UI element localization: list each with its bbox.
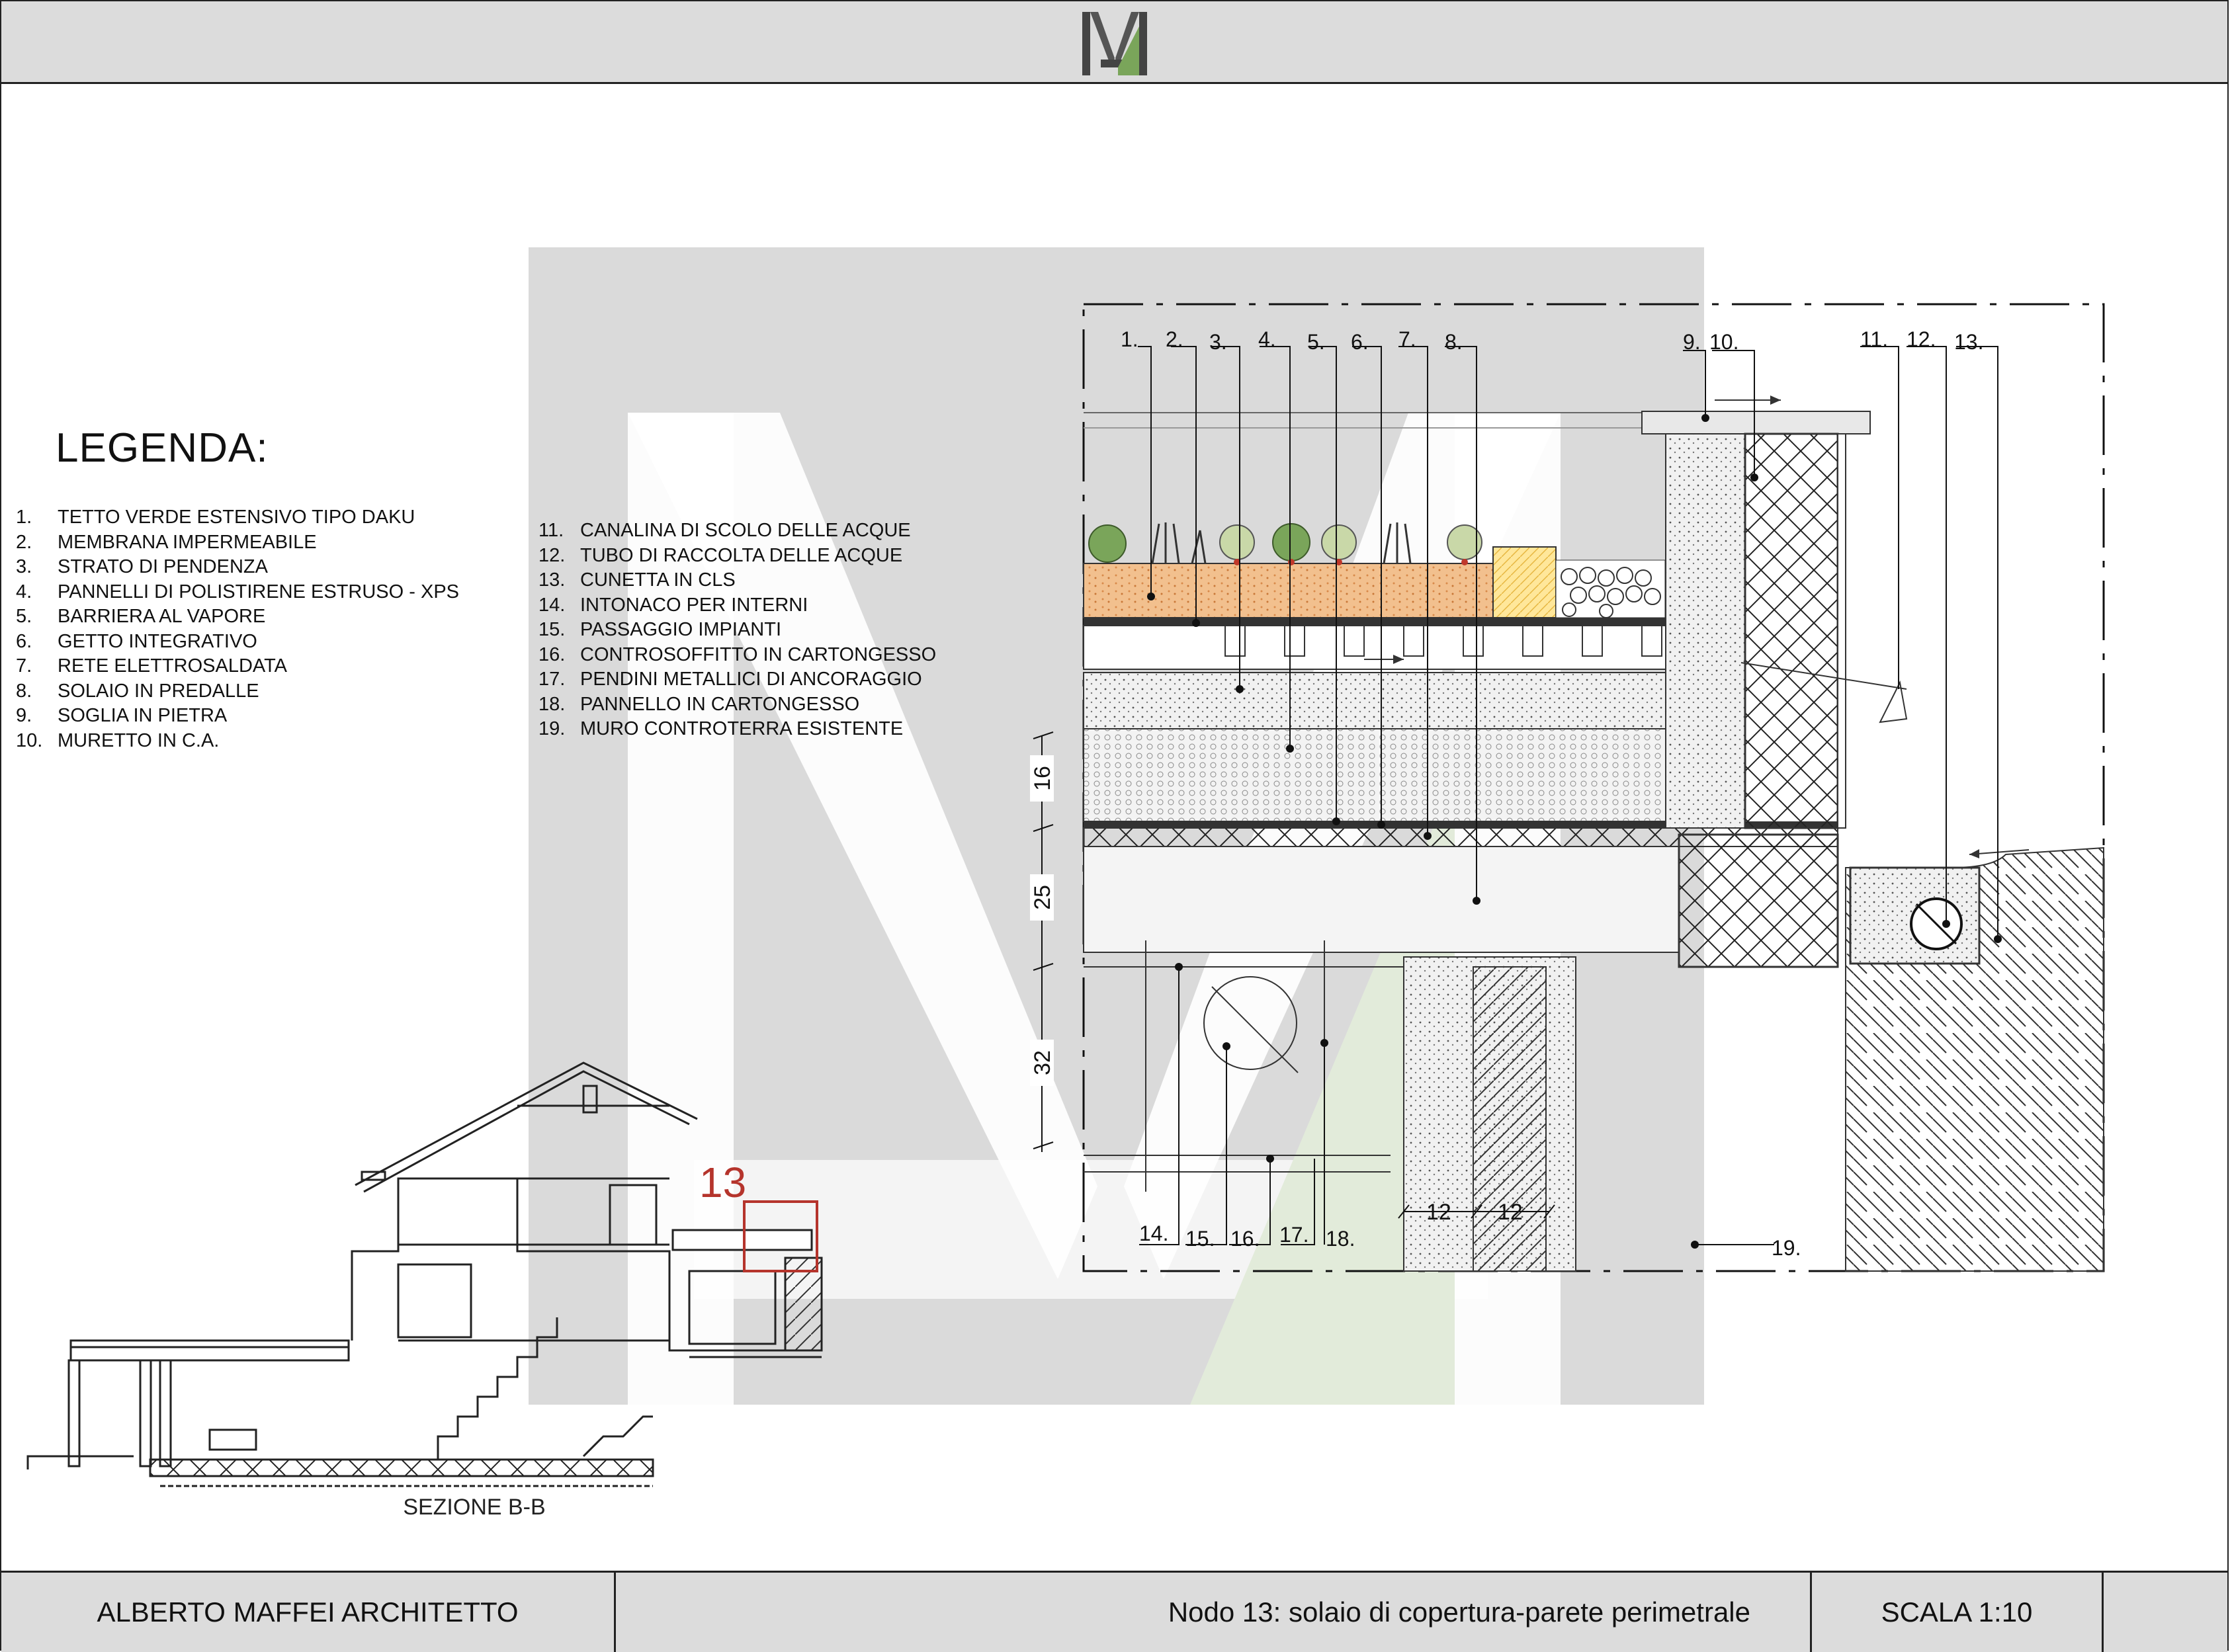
dimension-12-a: 12 xyxy=(1426,1200,1451,1225)
callout-1: 1. xyxy=(1121,327,1138,351)
duct-circle xyxy=(1203,976,1297,1070)
dimension-32: 32 xyxy=(1030,1050,1055,1075)
callout-18: 18. xyxy=(1326,1227,1355,1251)
callout-5: 5. xyxy=(1307,330,1325,354)
waterproof-membrane xyxy=(1084,618,1666,626)
callout-8: 8. xyxy=(1445,330,1463,354)
sheet-title: Nodo 13: solaio di copertura-parete peri… xyxy=(1168,1596,1750,1628)
empty-cell xyxy=(2104,1573,2229,1652)
scale-cell: SCALA 1:10 xyxy=(1812,1573,2104,1652)
green-roof-substrate xyxy=(1083,563,1494,618)
ca-wall xyxy=(1744,433,1839,829)
author-cell: ALBERTO MAFFEI ARCHITETTO xyxy=(1,1573,616,1652)
dimension-25: 25 xyxy=(1030,885,1055,910)
callout-7: 7. xyxy=(1398,327,1416,351)
dimension-16: 16 xyxy=(1030,766,1055,791)
callout-13: 13. xyxy=(1954,330,1983,354)
stone-sill xyxy=(1641,411,1871,434)
callout-16: 16. xyxy=(1230,1227,1260,1251)
author-name: ALBERTO MAFFEI ARCHITETTO xyxy=(97,1596,519,1628)
callout-11: 11. xyxy=(1860,327,1888,351)
technical-drawing: 1. 2. 3. 4. 5. 6. 7. 8. 9. 10. 11. 12. 1… xyxy=(26,303,2105,1520)
section-caption: SEZIONE B-B xyxy=(403,1495,545,1520)
detail-marker-number: 13 xyxy=(699,1159,746,1206)
callout-6: 6. xyxy=(1351,330,1369,354)
scale-label: SCALA 1:10 xyxy=(1881,1596,2033,1628)
callout-15: 15. xyxy=(1185,1227,1215,1251)
callout-2: 2. xyxy=(1166,327,1183,351)
filter-block xyxy=(1492,546,1557,618)
title-block: ALBERTO MAFFEI ARCHITETTO Nodo 13: solai… xyxy=(1,1571,2227,1652)
sheet-title-cell: Nodo 13: solaio di copertura-parete peri… xyxy=(616,1573,1812,1652)
drawing-sheet: LEGENDA: 1. TETTO VERDE ESTENSIVO TIPO DA… xyxy=(0,0,2229,1652)
callout-14: 14. xyxy=(1139,1221,1168,1245)
callout-3: 3. xyxy=(1209,330,1227,354)
callout-17: 17. xyxy=(1279,1223,1308,1247)
xps-insulation xyxy=(1083,728,1666,822)
callout-12: 12. xyxy=(1907,327,1936,351)
callout-10: 10. xyxy=(1709,330,1738,354)
callout-9: 9. xyxy=(1683,330,1701,354)
building-section xyxy=(26,1061,823,1487)
existing-retaining-wall xyxy=(1473,966,1547,1272)
dimension-12-b: 12 xyxy=(1498,1200,1523,1225)
slope-screed xyxy=(1083,672,1666,729)
callout-4: 4. xyxy=(1258,327,1276,351)
predalle-slab xyxy=(1083,846,1680,953)
services-void xyxy=(1084,940,1404,1192)
callout-19: 19. xyxy=(1772,1236,1801,1260)
vegetation xyxy=(1088,522,1482,565)
